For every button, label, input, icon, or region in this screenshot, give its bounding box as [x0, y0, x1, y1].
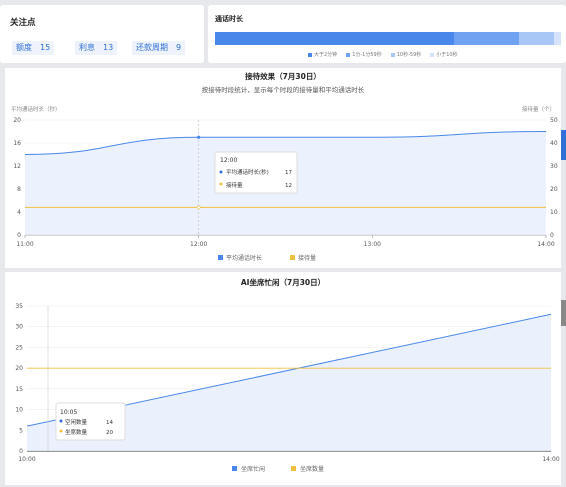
tooltip-series-name: 接待量 — [226, 181, 243, 189]
focus-tag-interest[interactable]: 利息 13 — [75, 41, 118, 55]
y-tick-label: 35 — [15, 303, 23, 310]
y-left-tick-label: 20 — [13, 117, 21, 124]
y-tick-label: 30 — [15, 324, 23, 331]
legend-swatch — [308, 52, 312, 57]
y-right-tick-label: 20 — [550, 186, 558, 193]
focus-tag-value: 9 — [176, 43, 182, 52]
legend-label: 10秒-59秒 — [396, 52, 422, 58]
y-left-tick-label: 16 — [13, 140, 21, 147]
right-axis-label: 接待量（个） — [522, 105, 555, 113]
y-tick-label: 0 — [19, 448, 23, 455]
legend-item[interactable]: 坐席忙闲 — [241, 465, 265, 473]
left-axis-label: 平均通话时长（秒） — [11, 105, 61, 113]
call-duration-title: 通话时长 — [215, 15, 243, 23]
tooltip-series-value: 14 — [106, 420, 113, 426]
chart-title: AI坐席忙闲（7月30日） — [241, 277, 325, 287]
reception-effect-card: 接待效果（7月30日） 按接待时段统计，显示每个时段的接待量和平均通话时长 平均… — [5, 68, 561, 268]
duration-bar-segment[interactable] — [519, 32, 555, 45]
legend-label: 大于2分钟 — [314, 52, 338, 58]
legend-item[interactable]: 接待量 — [298, 254, 316, 262]
focus-tag-value: 13 — [103, 43, 114, 52]
legend-swatch — [291, 466, 296, 471]
tooltip-series-value: 12 — [285, 183, 292, 189]
duration-legend-item[interactable]: 1分-1分59秒 — [346, 51, 382, 58]
x-tick-label: 13:00 — [364, 241, 381, 248]
duration-bar-segment[interactable] — [453, 32, 520, 45]
tooltip-series-dot — [219, 170, 223, 174]
focus-tag-repayment-period[interactable]: 还款周期 9 — [132, 41, 186, 55]
y-left-tick-label: 12 — [13, 163, 21, 170]
y-left-tick-label: 4 — [17, 209, 21, 216]
legend-swatch — [430, 52, 435, 57]
y-left-tick-label: 0 — [17, 232, 21, 239]
tooltip-series-value: 20 — [106, 430, 113, 436]
tooltip-series-dot — [59, 419, 63, 423]
focus-tag-limit[interactable]: 额度 15 — [12, 41, 55, 55]
tooltip-series-name: 坐席数量 — [65, 428, 88, 436]
y-right-tick-label: 10 — [550, 209, 558, 216]
legend-item[interactable]: 平均通话时长 — [226, 254, 262, 262]
tooltip-series-dot — [219, 182, 223, 186]
y-right-tick-label: 50 — [550, 117, 558, 124]
tooltip-series-name: 平均通话时长(秒) — [226, 168, 269, 176]
x-tick-label: 14:00 — [542, 456, 559, 463]
duration-legend-item[interactable]: 10秒-59秒 — [390, 51, 422, 58]
chart-title: 接待效果（7月30日） — [245, 71, 321, 81]
ai-agent-status-chart: AI坐席忙闲（7月30日） 0 5 10 15 20 25 30 35 10:00 14:00 1… — [15, 277, 559, 473]
tooltip-series-dot — [59, 429, 63, 433]
y-left-tick-label: 8 — [17, 186, 21, 193]
call-duration-stacked-bar — [215, 32, 561, 45]
focus-tag-label: 额度 — [16, 43, 32, 52]
ai-agent-status-card: AI坐席忙闲（7月30日） 0 5 10 15 20 25 30 35 10:00 14:00 1… — [5, 272, 561, 485]
y-tick-label: 20 — [15, 365, 23, 372]
duration-legend-item[interactable]: 小于10秒 — [430, 51, 458, 58]
legend-item[interactable]: 坐席数量 — [300, 465, 324, 473]
focus-tag-label: 利息 — [79, 43, 95, 52]
tooltip-series-value: 17 — [285, 170, 292, 176]
duration-bar-segment[interactable] — [215, 32, 454, 45]
tooltip-time: 10:05 — [60, 409, 77, 416]
y-tick-label: 15 — [15, 386, 23, 393]
y-right-tick-label: 0 — [550, 232, 554, 239]
chart-legend: 坐席忙闲 坐席数量 — [232, 465, 324, 473]
reception-effect-chart: 接待效果（7月30日） 按接待时段统计，显示每个时段的接待量和平均通话时长 平均… — [11, 71, 558, 262]
legend-swatch — [390, 52, 395, 57]
focus-points-card: 关注点 额度 15 利息 13 还款周期 9 — [0, 5, 204, 63]
data-point — [196, 205, 201, 210]
call-duration-legend: 大于2分钟 1分-1分59秒 10秒-59秒 小于10秒 — [308, 51, 458, 58]
legend-label: 小于10秒 — [436, 52, 458, 58]
chart-legend: 平均通话时长 接待量 — [218, 254, 316, 262]
chart-tooltip: 12:00 平均通话时长(秒) 17 接待量 12 — [214, 151, 298, 194]
legend-swatch — [232, 466, 237, 471]
side-scroll-tab[interactable] — [561, 130, 566, 160]
legend-label: 1分-1分59秒 — [352, 52, 382, 58]
side-scroll-tab[interactable] — [561, 300, 566, 326]
focus-tag-value: 15 — [40, 43, 51, 52]
call-duration-card: 通话时长 大于2分钟 1分-1分59秒 10秒-59秒 小于10秒 — [208, 5, 566, 63]
tooltip-time: 12:00 — [220, 157, 237, 164]
legend-swatch — [346, 52, 351, 57]
tooltip-series-name: 空闲数量 — [65, 418, 88, 426]
y-right-tick-label: 30 — [550, 163, 558, 170]
duration-legend-item[interactable]: 大于2分钟 — [308, 51, 337, 58]
focus-tag-label: 还款周期 — [136, 43, 168, 52]
x-tick-label: 11:00 — [16, 241, 33, 248]
x-tick-label: 12:00 — [190, 241, 207, 248]
y-tick-label: 5 — [19, 427, 23, 434]
x-tick-label: 14:00 — [537, 241, 554, 248]
duration-bar-segment[interactable] — [554, 32, 561, 45]
y-tick-label: 10 — [15, 407, 23, 414]
x-tick-label: 10:00 — [18, 456, 35, 463]
focus-points-title: 关注点 — [10, 18, 36, 28]
chart-subtitle: 按接待时段统计，显示每个时段的接待量和平均通话时长 — [202, 85, 365, 94]
chart-tooltip: 10:05 空闲数量 14 坐席数量 20 — [55, 402, 126, 441]
y-tick-label: 25 — [15, 344, 23, 351]
legend-swatch — [218, 255, 223, 260]
y-right-tick-label: 40 — [550, 140, 558, 147]
data-point — [197, 135, 201, 139]
legend-swatch — [290, 255, 295, 260]
